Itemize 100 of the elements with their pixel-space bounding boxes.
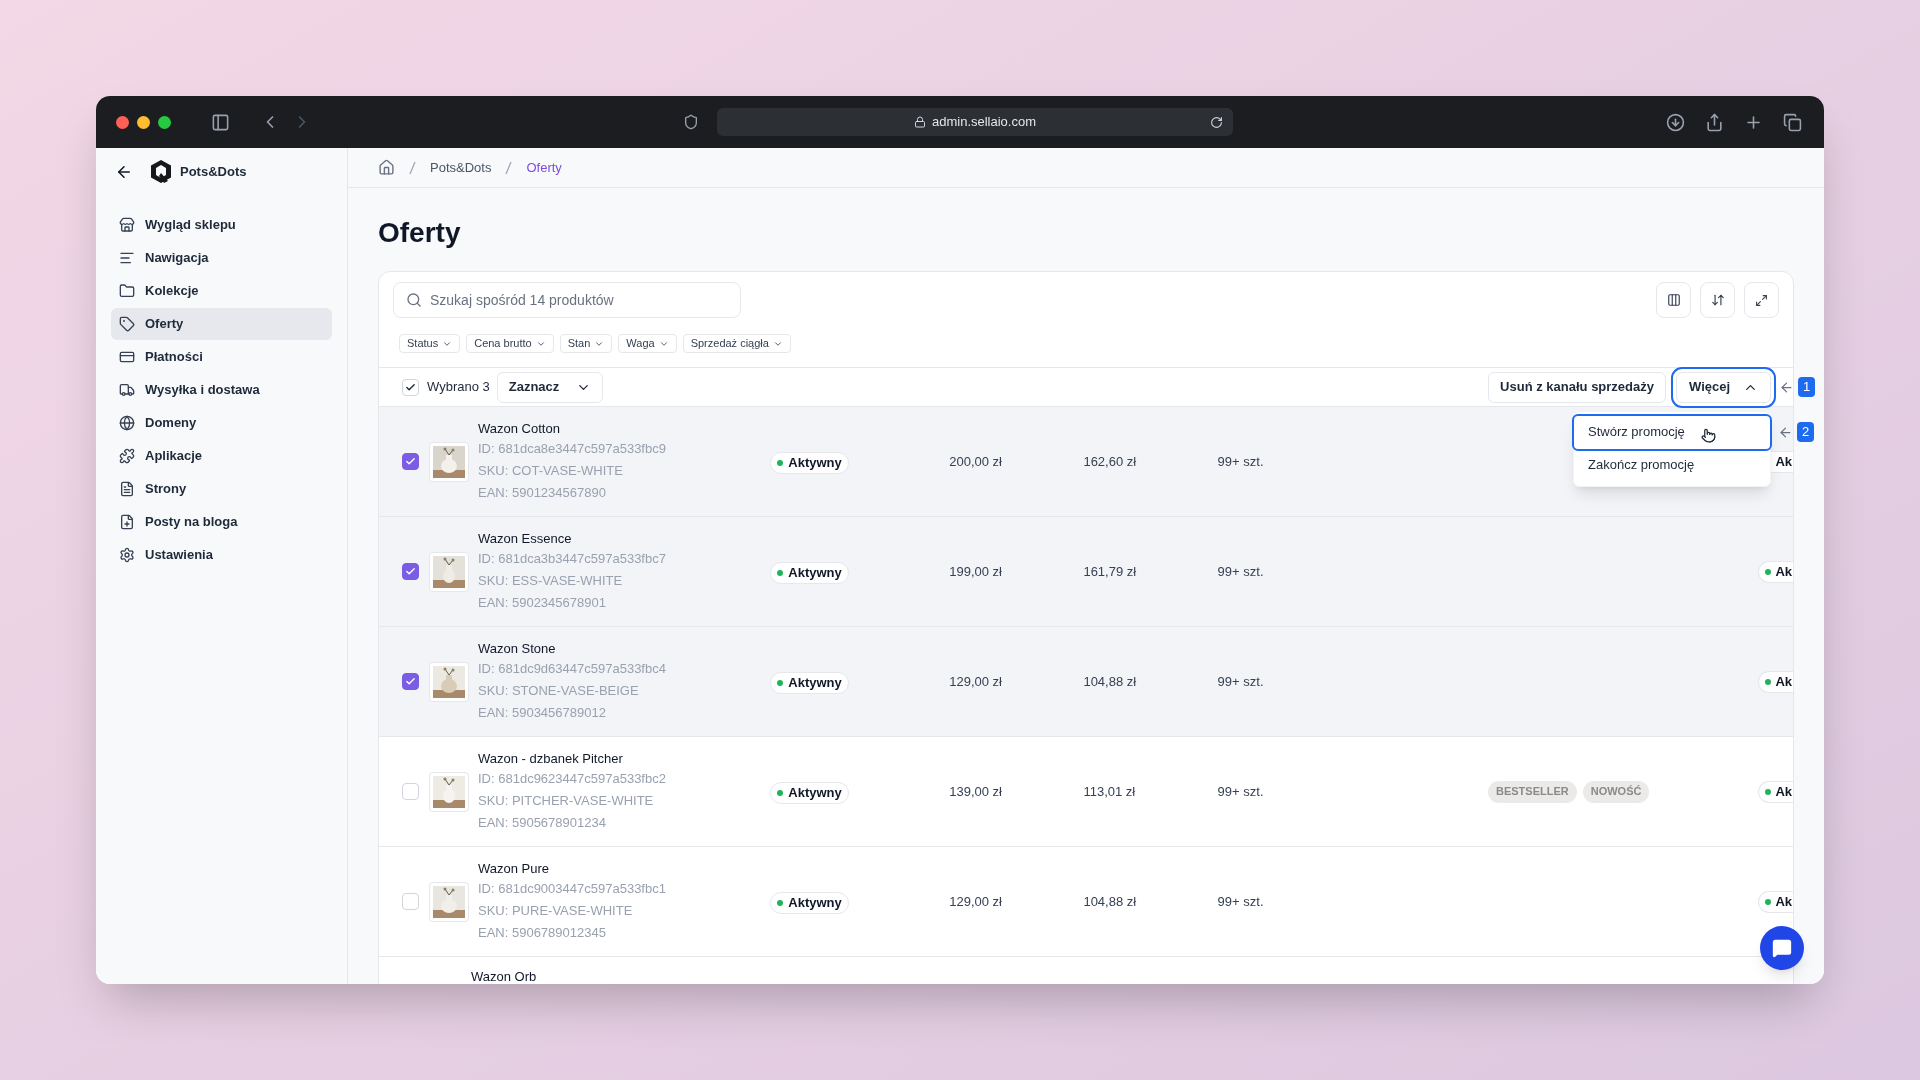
remove-button[interactable]: Usuń z kanału sprzedaży <box>1488 371 1666 403</box>
sidebar-item[interactable]: Ustawienia <box>111 539 332 571</box>
sort-button[interactable] <box>1700 282 1735 318</box>
sidebar-item[interactable]: Nawigacja <box>111 242 332 274</box>
product-name[interactable]: Wazon - dzbanek Pitcher <box>478 749 771 768</box>
price-cell-text: 129,00 zł <box>949 892 1003 911</box>
breadcrumb-link[interactable]: Oferty <box>526 157 562 178</box>
shield-icon[interactable] <box>683 114 699 130</box>
product-name[interactable]: Wazon Stone <box>478 639 771 658</box>
net-price-cell-text: 162,60 zł <box>1083 452 1138 471</box>
table-row[interactable]: Wazon Stone ID: 681dc9d63447c597a533fbc4 SKU: STONE-VASE-BEIGE EAN: 5903456789012 Aktywny 129,00 zł 104,88 zł 99+ szt. Ak <box>379 627 1793 737</box>
tabs-icon[interactable] <box>1783 112 1802 132</box>
columns-icon <box>1666 293 1681 307</box>
product-id: ID: 681dca8e3447c597a533fbc9 <box>478 439 667 458</box>
settings-icon <box>119 547 135 563</box>
sidebar-item[interactable]: Domeny <box>111 407 332 439</box>
home-icon[interactable] <box>378 159 395 176</box>
search-field[interactable]: Szukaj spośród 14 produktów <box>393 282 741 318</box>
sidebar-item[interactable]: Kolekcje <box>111 275 332 307</box>
sidebar-item[interactable]: Posty na bloga <box>111 506 332 538</box>
net-price-cell-text: 113,01 zł <box>1083 782 1137 801</box>
separator-icon <box>409 160 416 175</box>
price-cell-text: 199,00 zł <box>949 562 1003 581</box>
puzzle-icon <box>119 448 135 464</box>
store-icon <box>119 217 135 233</box>
check-icon <box>405 456 416 467</box>
filter-chip[interactable]: Stan <box>559 334 613 353</box>
sidebar-item[interactable]: Aplikacje <box>111 440 332 472</box>
document-plus-icon <box>119 514 135 530</box>
truck-icon <box>119 382 135 398</box>
product-name[interactable]: Wazon Orb <box>471 967 537 984</box>
checkbox[interactable] <box>402 453 419 470</box>
checkbox[interactable] <box>402 563 419 580</box>
status-badge: Aktywny <box>770 672 849 694</box>
columns-button[interactable] <box>1656 282 1691 318</box>
sidebar-item[interactable]: Wygląd sklepu <box>111 209 332 241</box>
product-sku: SKU: COT-VASE-WHITE <box>478 461 624 480</box>
card-icon <box>119 349 135 365</box>
filter-chip[interactable]: Sprzedaż ciągła <box>682 334 791 353</box>
chat-icon <box>1772 938 1792 958</box>
filter-chip[interactable]: Cena brutto <box>466 334 554 353</box>
product-sku: SKU: STONE-VASE-BEIGE <box>478 681 640 700</box>
product-name[interactable]: Wazon Pure <box>478 859 771 878</box>
sidebar-item[interactable]: Płatności <box>111 341 332 373</box>
price-cell-text: 200,00 zł <box>949 452 1003 471</box>
globe-icon <box>119 415 135 431</box>
tag: NOWOŚĆ <box>1582 780 1650 803</box>
stock-cell-text: 99+ szt. <box>1217 562 1265 581</box>
product-name[interactable]: Wazon Essence <box>478 529 771 548</box>
sidebar-item[interactable]: Strony <box>111 473 332 505</box>
product-sku: SKU: PURE-VASE-WHITE <box>478 901 634 920</box>
sidebar-item[interactable]: Oferty <box>111 308 332 340</box>
select-dropdown[interactable]: Zaznacz <box>496 371 604 403</box>
price-cell-text: 129,00 zł <box>949 672 1003 691</box>
folder-icon <box>119 283 135 299</box>
product-ean: EAN: 5902345678901 <box>478 593 607 612</box>
table-row[interactable]: Wazon Essence ID: 681dca3b3447c597a533fbc7 SKU: ESS-VASE-WHITE EAN: 5902345678901 Aktywny 199,00 zł 161,79 zł 99+ szt. Ak <box>379 517 1793 627</box>
status-badge: Ak <box>1758 890 1793 913</box>
store-name: Pots&Dots <box>180 163 247 182</box>
stock-cell-text: 99+ szt. <box>1217 782 1265 801</box>
search-icon <box>406 292 422 308</box>
status-badge: Aktywny <box>770 562 849 584</box>
status-badge: Aktywny <box>770 782 849 804</box>
product-sku: SKU: PITCHER-VASE-WHITE <box>478 791 655 810</box>
product-name[interactable]: Wazon Cotton <box>478 419 771 438</box>
sort-icon <box>1710 293 1725 307</box>
download-icon[interactable] <box>1666 112 1685 132</box>
status-badge: Ak <box>1758 670 1793 693</box>
tag: BESTSELLER <box>1488 780 1577 803</box>
selected-count: Wybrano 3 <box>427 378 490 397</box>
product-ean: EAN: 5901234567890 <box>478 483 607 502</box>
product-id: ID: 681dc9003447c597a533fbc1 <box>478 879 667 898</box>
status-badge: Aktywny <box>770 452 849 474</box>
checkbox[interactable] <box>402 673 419 690</box>
menu-item[interactable]: Stwórz promocję <box>1574 415 1770 449</box>
annotation-badge: 1 <box>1798 377 1816 397</box>
stock-cell-text: 99+ szt. <box>1217 892 1265 911</box>
stock-cell-text: 99+ szt. <box>1217 452 1265 471</box>
product-id: ID: 681dc9623447c597a533fbc2 <box>478 769 667 788</box>
status-badge: Ak <box>1758 560 1793 583</box>
sidebar-toggle-icon[interactable] <box>211 112 230 132</box>
document-icon <box>119 481 135 497</box>
sidebar-item[interactable]: Wysyłka i dostawa <box>111 374 332 406</box>
share-icon[interactable] <box>1705 112 1724 132</box>
check-icon <box>405 676 416 687</box>
product-ean: EAN: 5906789012345 <box>478 923 607 942</box>
lock-icon <box>913 116 926 128</box>
product-ean: EAN: 5905678901234 <box>478 813 607 832</box>
product-ean: EAN: 5903456789012 <box>478 703 607 722</box>
filter-chip[interactable]: Waga <box>618 334 677 353</box>
status-badge: Ak <box>1758 780 1793 803</box>
search-input[interactable]: Szukaj spośród 14 produktów <box>430 289 728 311</box>
reload-icon[interactable] <box>1210 115 1223 129</box>
stock-cell-text: 99+ szt. <box>1217 672 1265 691</box>
address-bar[interactable]: admin.sellaio.com <box>717 108 1233 136</box>
check-icon <box>405 381 416 393</box>
net-price-cell-text: 104,88 zł <box>1083 672 1138 691</box>
breadcrumb-link[interactable]: Pots&Dots <box>430 157 492 178</box>
hand-cursor-icon <box>1701 427 1716 443</box>
filter-chip[interactable]: Status <box>399 334 461 353</box>
